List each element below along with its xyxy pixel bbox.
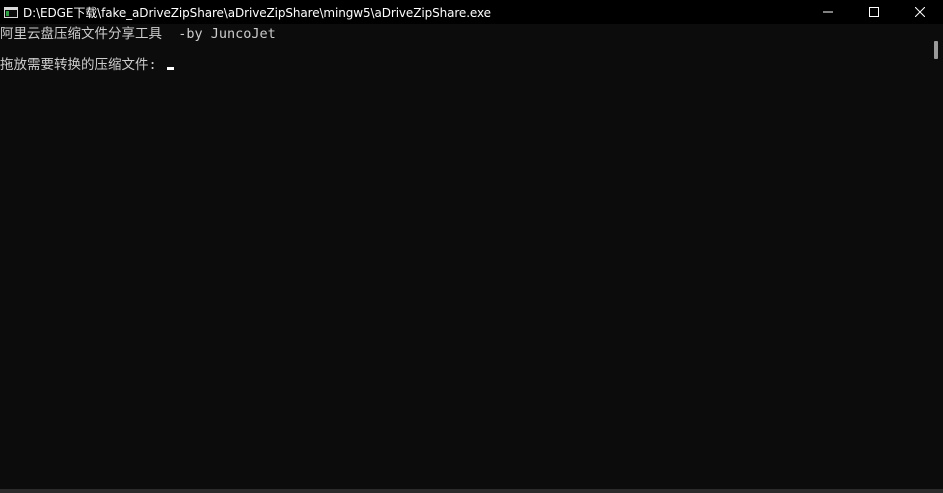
- caption-buttons: [805, 0, 943, 24]
- minimize-button[interactable]: [805, 0, 851, 24]
- window-title: D:\EDGE下载\fake_aDriveZipShare\aDriveZipS…: [23, 5, 491, 20]
- console-app-icon[interactable]: [4, 6, 18, 18]
- close-icon: [915, 7, 925, 17]
- close-button[interactable]: [897, 0, 943, 24]
- scrollbar-thumb[interactable]: [934, 41, 938, 59]
- console-window: D:\EDGE下载\fake_aDriveZipShare\aDriveZipS…: [0, 0, 943, 493]
- vertical-scrollbar[interactable]: [928, 24, 943, 489]
- maximize-icon: [869, 7, 879, 17]
- minimize-icon: [823, 11, 833, 13]
- console-line-banner: 阿里云盘压缩文件分享工具 -by JuncoJet: [0, 26, 276, 42]
- console-prompt-text: 拖放需要转换的压缩文件:: [0, 57, 165, 73]
- window-bottom-edge: [0, 489, 943, 493]
- text-cursor: [166, 67, 174, 70]
- console-output[interactable]: 阿里云盘压缩文件分享工具 -by JuncoJet 拖放需要转换的压缩文件:: [0, 24, 928, 489]
- title-bar[interactable]: D:\EDGE下载\fake_aDriveZipShare\aDriveZipS…: [0, 0, 943, 24]
- maximize-button[interactable]: [851, 0, 897, 24]
- console-prompt-line[interactable]: 拖放需要转换的压缩文件:: [0, 56, 174, 74]
